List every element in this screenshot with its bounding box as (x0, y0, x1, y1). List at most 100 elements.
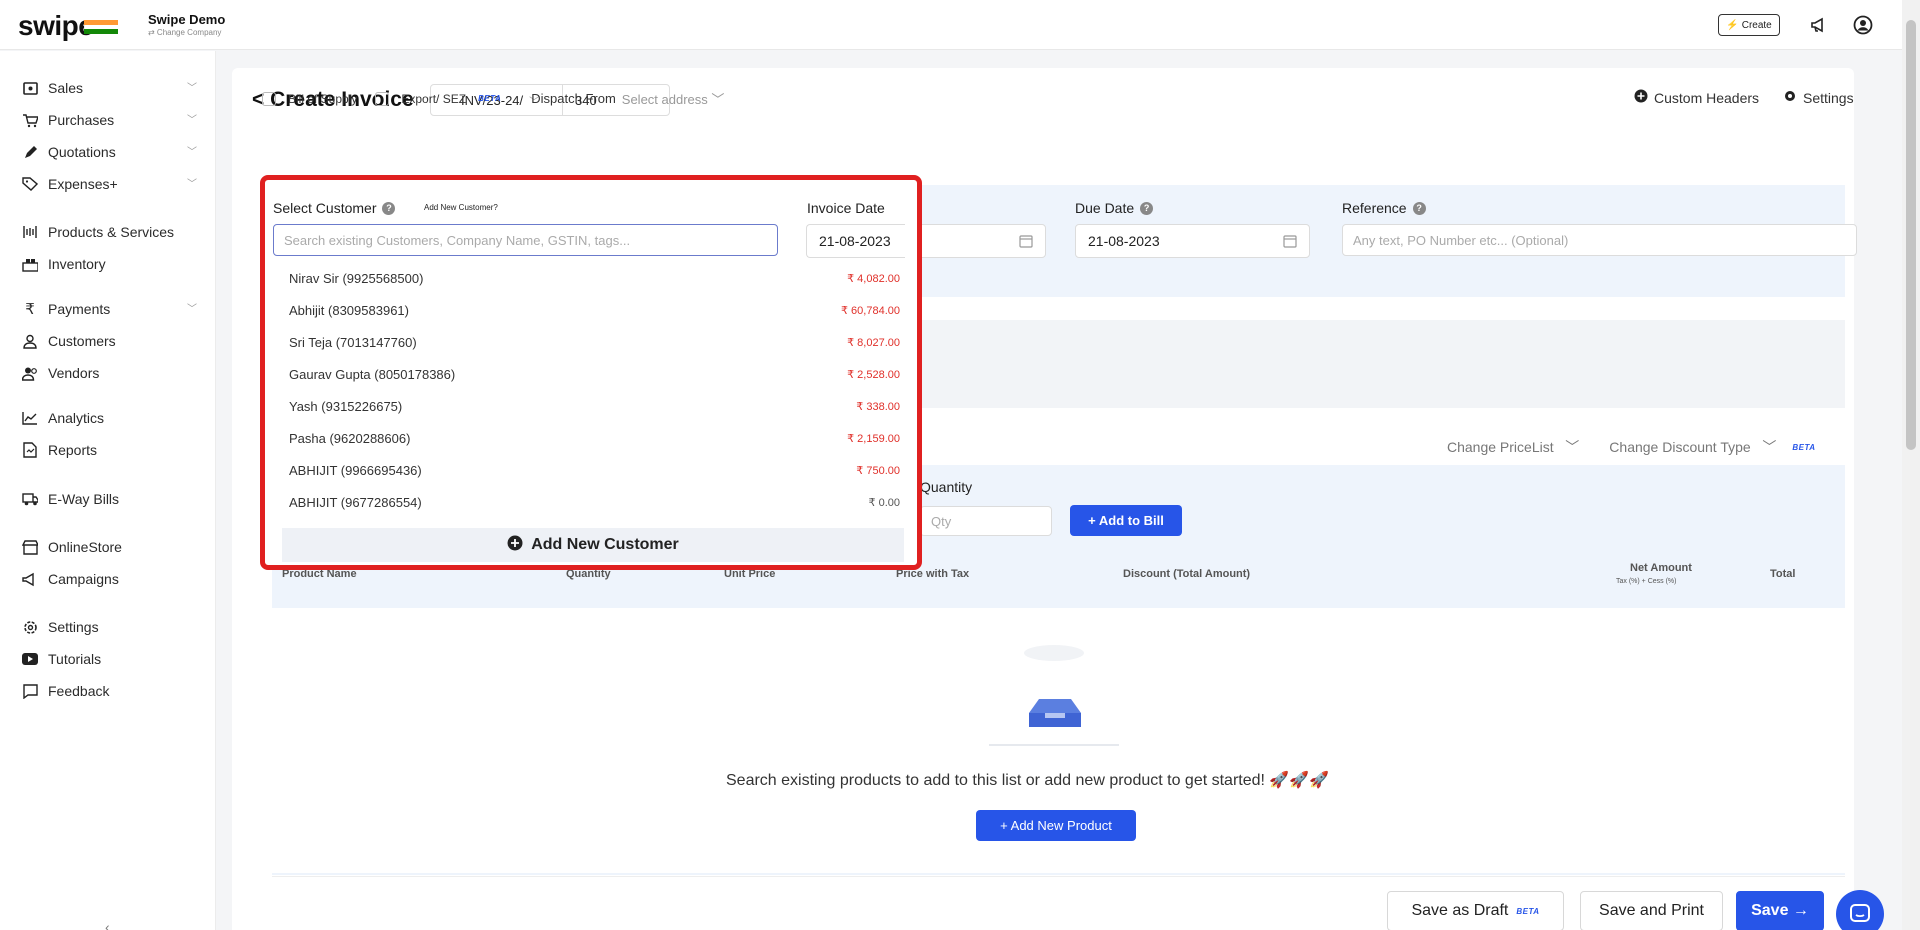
sidebar-item-quotations[interactable]: Quotations ﹀ (22, 140, 197, 164)
reference-input[interactable]: Any text, PO Number etc... (Optional) (1342, 224, 1857, 256)
report-icon (22, 442, 38, 458)
sidebar-item-expenses[interactable]: Expenses+ ﹀ (22, 172, 197, 196)
customer-balance: ₹ 0.00 (868, 496, 900, 509)
customer-option[interactable]: Pasha (9620288606) ₹ 2,159.00 (274, 422, 906, 454)
sidebar-item-products-services[interactable]: Products & Services (22, 220, 197, 244)
youtube-icon (22, 651, 38, 667)
scrollbar-thumb[interactable] (1906, 20, 1916, 450)
cart-icon (22, 112, 38, 128)
sidebar-item-purchases[interactable]: Purchases ﹀ (22, 108, 197, 132)
customer-option[interactable]: Gaurav Gupta (8050178386) ₹ 2,528.00 (274, 358, 906, 390)
gear-icon (22, 619, 38, 635)
sidebar-item-label: Feedback (48, 683, 110, 699)
sidebar-item-payments[interactable]: ₹ Payments ﹀ (22, 297, 197, 321)
sidebar-item-onlinestore[interactable]: OnlineStore (22, 535, 197, 559)
select-customer-text: Select Customer (273, 200, 377, 216)
change-pricelist-dropdown[interactable]: Change PriceList ﹀ (1447, 437, 1579, 457)
customer-name: ABHIJIT (9966695436) (289, 462, 422, 478)
sidebar-item-eway-bills[interactable]: E-Way Bills (22, 487, 197, 511)
customer-balance: ₹ 2,528.00 (847, 368, 900, 381)
reference-label: Reference ? (1342, 200, 1426, 216)
add-new-customer-link[interactable]: Add New Customer? (424, 203, 498, 212)
invoice-options-row: Bill of Supply Export/ SEZ BETA Dispatch… (262, 89, 724, 108)
chevron-down-icon: ﹀ (187, 179, 197, 190)
sidebar-item-reports[interactable]: Reports (22, 438, 197, 462)
company-name: Swipe Demo (148, 12, 226, 27)
change-company-link[interactable]: ⇄ Change Company (148, 28, 225, 37)
user-icon (22, 333, 38, 349)
invoice-date-value: 21-08-2023 (819, 233, 891, 249)
sidebar-item-label: Campaigns (48, 571, 119, 587)
reference-text: Reference (1342, 200, 1407, 216)
plus-circle-icon (507, 535, 523, 556)
sidebar-item-campaigns[interactable]: Campaigns (22, 567, 197, 591)
megaphone-icon[interactable] (1806, 12, 1832, 38)
customer-search-input[interactable]: Search existing Customers, Company Name,… (273, 224, 778, 256)
tag-icon (22, 176, 38, 192)
india-flag-icon (84, 20, 118, 34)
beta-badge: BETA (1792, 442, 1816, 452)
add-new-product-button[interactable]: + Add New Product (976, 810, 1136, 841)
chevron-down-icon: ﹀ (187, 304, 197, 315)
support-chat-button[interactable] (1836, 890, 1884, 930)
sidebar-item-settings[interactable]: Settings (22, 615, 197, 639)
add-new-customer-button[interactable]: Add New Customer (282, 528, 904, 562)
change-pricelist-label: Change PriceList (1447, 439, 1554, 455)
dispatch-from-label: Dispatch From (531, 91, 616, 106)
custom-headers-button[interactable]: Custom Headers (1634, 89, 1759, 106)
help-icon[interactable]: ? (1140, 201, 1154, 215)
add-new-customer-label: Add New Customer (531, 536, 679, 553)
account-icon[interactable] (1850, 12, 1876, 38)
settings-button[interactable]: Settings (1783, 89, 1854, 106)
customer-option[interactable]: ABHIJIT (9677286554) ₹ 0.00 (274, 486, 906, 518)
quantity-input[interactable]: Qty (920, 506, 1052, 536)
customer-name: Pasha (9620288606) (289, 430, 411, 446)
sidebar-item-label: Quotations (48, 144, 116, 160)
customer-option[interactable]: Abhijit (8309583961) ₹ 60,784.00 (274, 294, 906, 326)
sidebar-item-customers[interactable]: Customers (22, 329, 197, 353)
quantity-label: Quantity (920, 479, 973, 495)
sidebar-item-sales[interactable]: Sales ﹀ (22, 76, 197, 100)
save-and-print-button[interactable]: Save and Print (1580, 891, 1723, 930)
swipe-logo[interactable]: swipe (18, 10, 94, 42)
customer-balance: ₹ 60,784.00 (841, 304, 900, 317)
chevron-down-icon: ﹀ (187, 83, 197, 94)
inventory-icon (22, 256, 38, 272)
sidebar-item-tutorials[interactable]: Tutorials (22, 647, 197, 671)
customer-option[interactable]: Yash (9315226675) ₹ 338.00 (274, 390, 906, 422)
customer-option[interactable]: ABHIJIT (9966695436) ₹ 750.00 (274, 454, 906, 486)
save-as-draft-label: Save as Draft (1411, 902, 1509, 919)
column-total: Total (1770, 568, 1796, 580)
select-address-dropdown[interactable]: Select address ﹀ (622, 89, 725, 108)
customer-balance: ₹ 4,082.00 (847, 272, 900, 285)
create-button[interactable]: ⚡ Create (1718, 14, 1780, 36)
add-to-bill-button[interactable]: + Add to Bill (1070, 505, 1182, 536)
sidebar-item-vendors[interactable]: Vendors (22, 361, 197, 385)
save-as-draft-button[interactable]: Save as Draft BETA (1387, 891, 1564, 930)
customer-name: Abhijit (8309583961) (289, 302, 409, 318)
top-bar: swipe Swipe Demo ⇄ Change Company ⚡ Crea… (0, 0, 1920, 50)
help-icon[interactable]: ? (382, 201, 396, 215)
customer-option[interactable]: Nirav Sir (9925568500) ₹ 4,082.00 (274, 262, 906, 294)
select-address-label: Select address (621, 92, 708, 107)
customer-option[interactable]: Sri Teja (7013147760) ₹ 8,027.00 (274, 326, 906, 358)
sidebar-item-feedback[interactable]: Feedback (22, 679, 197, 703)
help-icon[interactable]: ? (1412, 201, 1426, 215)
collapse-sidebar-button[interactable]: ‹ (105, 919, 110, 930)
sidebar-item-label: Inventory (48, 256, 106, 272)
company-switcher[interactable]: Swipe Demo ⇄ Change Company (148, 12, 225, 37)
save-button[interactable]: Save → (1736, 891, 1824, 930)
sidebar-item-inventory[interactable]: Inventory (22, 252, 197, 276)
export-sez-checkbox[interactable] (375, 91, 390, 106)
column-discount: Discount (Total Amount) (1123, 568, 1251, 580)
sidebar-item-label: Tutorials (48, 651, 102, 667)
invoice-date-input[interactable]: 21-08-2023 (806, 224, 905, 258)
store-icon (22, 539, 38, 555)
page-scrollbar[interactable] (1902, 0, 1920, 930)
change-discount-dropdown[interactable]: Change Discount Type ﹀ (1609, 437, 1776, 457)
due-date-input[interactable]: 21-08-2023 (1075, 224, 1310, 258)
sidebar-item-label: Products & Services (48, 224, 175, 240)
bill-of-supply-checkbox[interactable] (262, 91, 276, 106)
sidebar-item-label: Vendors (48, 365, 100, 381)
sidebar-item-analytics[interactable]: Analytics (22, 406, 197, 430)
